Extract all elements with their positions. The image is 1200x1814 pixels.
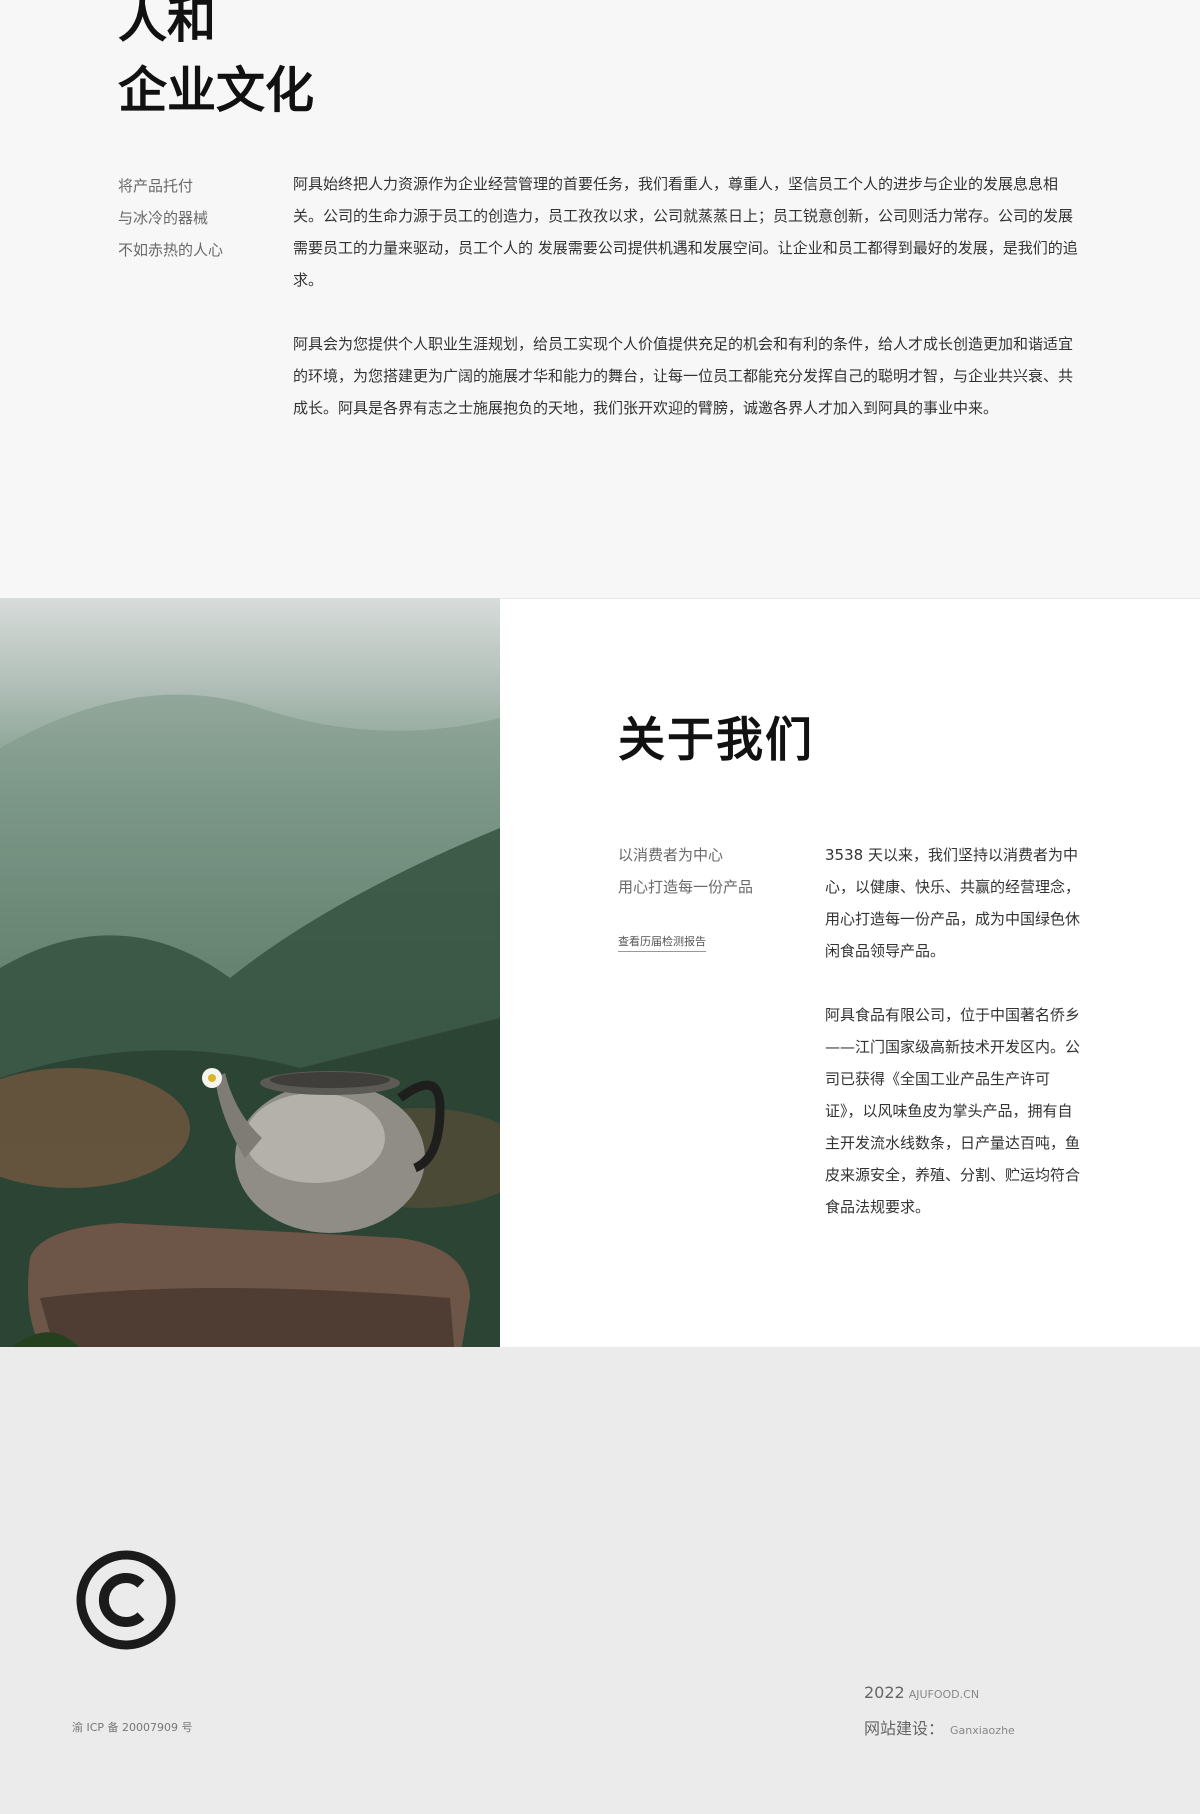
culture-paragraph: 阿具会为您提供个人职业生涯规划，给员工实现个人价值提供充足的机会和有利的条件，给… [293,335,1074,417]
culture-section: 人和 企业文化 将产品托付 与冰冷的器械 不如赤热的人心 阿具始终把人力资源作为… [0,0,1200,598]
builder-line: 网站建设： Ganxiaozhe [864,1711,1015,1749]
copyright-year: 2022 [864,1683,905,1702]
icp-record: 渝 ICP 备 20007909 号 [72,1721,193,1734]
site-domain: AJUFOOD.CN [908,1688,980,1701]
builder-name[interactable]: Ganxiaozhe [950,1724,1015,1737]
builder-label: 网站建设： [864,1719,945,1738]
teapot-illustration [0,694,500,1459]
about-slogan-line: 用心打造每一份产品 [618,878,754,896]
culture-body: 阿具始终把人力资源作为企业经营管理的首要任务，我们看重人，尊重人，坚信员工个人的… [293,168,1078,456]
copyright-line: 2022 AJUFOOD.CN [864,1677,1015,1711]
about-paragraph: 阿具食品有限公司，位于中国著名侨乡——江门国家级高新技术开发区内。公司已获得《全… [825,1006,1081,1216]
culture-tagline-line: 将产品托付 [118,177,194,195]
inspection-report-link[interactable]: 查看历届检测报告 [618,933,706,952]
culture-tagline: 将产品托付 与冰冷的器械 不如赤热的人心 [118,170,223,266]
culture-title-line1: 人和 [118,0,217,49]
about-body: 3538 天以来，我们坚持以消费者为中心，以健康、快乐、共赢的经营理念，用心打造… [825,839,1085,1255]
about-paragraph: 3538 天以来，我们坚持以消费者为中心，以健康、快乐、共赢的经营理念，用心打造… [825,846,1081,960]
about-section: 关于我们 以消费者为中心 用心打造每一份产品 查看历届检测报告 3538 天以来… [500,598,1200,1348]
teapot-photo [0,598,500,1459]
culture-tagline-line: 与冰冷的器械 [118,209,209,227]
culture-title-line2: 企业文化 [118,62,315,119]
about-tagline: 以消费者为中心 用心打造每一份产品 查看历届检测报告 [618,839,753,952]
about-slogan-line: 以消费者为中心 [618,846,724,864]
copyright-icon [76,1550,176,1650]
culture-title: 人和 企业文化 [118,0,314,126]
footer-credits: 2022 AJUFOOD.CN 网站建设： Ganxiaozhe [864,1677,1015,1749]
culture-tagline-line: 不如赤热的人心 [118,241,224,259]
about-title: 关于我们 [618,713,814,768]
footer: 渝 ICP 备 20007909 号 2022 AJUFOOD.CN 网站建设： G… [0,1347,1200,1814]
culture-paragraph: 阿具始终把人力资源作为企业经营管理的首要任务，我们看重人，尊重人，坚信员工个人的… [293,175,1078,289]
